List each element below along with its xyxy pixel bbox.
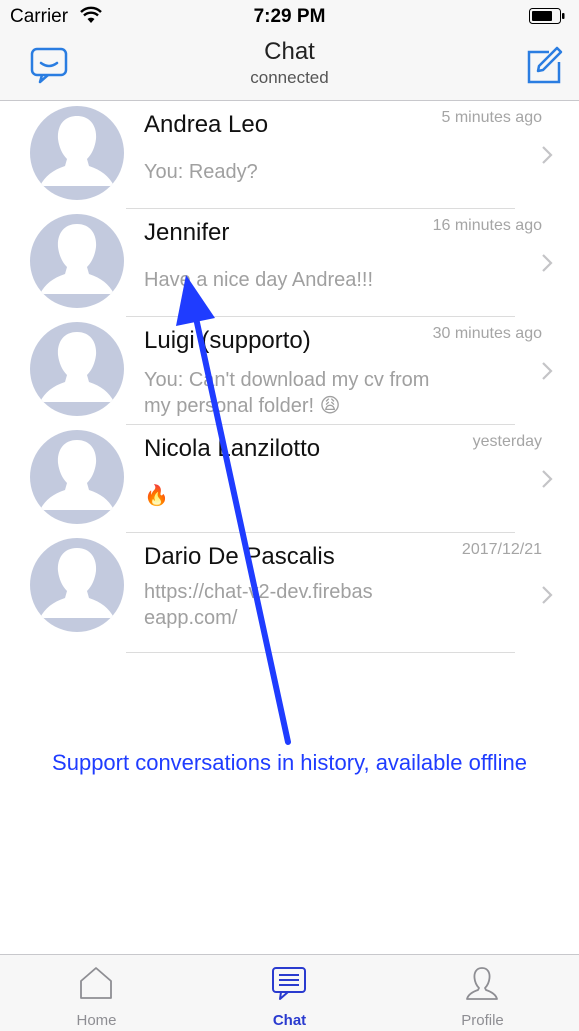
home-icon bbox=[80, 967, 112, 999]
avatar-silhouette-icon bbox=[40, 332, 114, 402]
timestamp: 5 minutes ago bbox=[441, 109, 542, 126]
row-divider bbox=[126, 652, 515, 653]
last-message: 🔥 bbox=[144, 485, 169, 507]
profile-icon bbox=[466, 967, 498, 1000]
contact-name: Andrea Leo bbox=[144, 111, 269, 138]
page-title: Chat bbox=[264, 38, 315, 65]
timestamp: 2017/12/21 bbox=[461, 541, 542, 558]
battery-icon bbox=[529, 8, 565, 24]
contact-name: Dario De Pascalis bbox=[144, 543, 335, 570]
contact-name: Jennifer bbox=[144, 219, 230, 246]
status-bar: Carrier 7:29 PM bbox=[0, 0, 579, 34]
contact-name: Luigi (supporto) bbox=[144, 327, 311, 354]
last-message: You: Can't download my cv from my person… bbox=[144, 369, 430, 417]
tab-chat[interactable]: Chat bbox=[193, 955, 386, 1031]
tab-label: Chat bbox=[272, 1012, 307, 1029]
conversation-row[interactable]: Luigi (supporto) 30 minutes ago You: Can… bbox=[0, 317, 579, 425]
compose-button[interactable] bbox=[521, 44, 565, 88]
avatar bbox=[30, 106, 124, 200]
tab-home[interactable]: Home bbox=[0, 955, 193, 1031]
annotation-caption: Support conversations in history, availa… bbox=[52, 750, 527, 775]
last-message: https://chat-v2-dev.firebaseapp.com/ bbox=[144, 581, 373, 629]
avatar bbox=[30, 322, 124, 416]
avatar bbox=[30, 430, 124, 524]
connection-status: connected bbox=[250, 68, 329, 87]
avatar-silhouette-icon bbox=[40, 116, 114, 186]
timestamp: 30 minutes ago bbox=[432, 325, 542, 342]
chat-icon bbox=[272, 967, 306, 1000]
tab-label: Home bbox=[76, 1012, 117, 1029]
avatar-silhouette-icon bbox=[40, 440, 114, 510]
chevron-right-icon bbox=[542, 146, 553, 164]
chevron-right-icon bbox=[542, 586, 553, 604]
chevron-right-icon bbox=[542, 470, 553, 488]
chevron-right-icon bbox=[542, 362, 553, 380]
avatar-silhouette-icon bbox=[40, 224, 114, 294]
tab-bar: Home Chat Profile bbox=[0, 954, 579, 1031]
timestamp: yesterday bbox=[472, 433, 542, 450]
avatar-silhouette-icon bbox=[40, 548, 114, 618]
conversation-row[interactable]: Jennifer 16 minutes ago Have a nice day … bbox=[0, 209, 579, 317]
conversation-row[interactable]: Nicola Lanzilotto yesterday 🔥 bbox=[0, 425, 579, 533]
contact-name: Nicola Lanzilotto bbox=[144, 435, 321, 462]
avatar bbox=[30, 214, 124, 308]
clock: 7:29 PM bbox=[253, 6, 326, 27]
last-message: You: Ready? bbox=[144, 161, 258, 183]
last-message: Have a nice day Andrea!!! bbox=[144, 269, 374, 291]
tab-profile[interactable]: Profile bbox=[386, 955, 579, 1031]
compose-icon bbox=[527, 46, 563, 84]
navigation-bar: Chat connected bbox=[0, 34, 579, 101]
avatar bbox=[30, 538, 124, 632]
tab-label: Profile bbox=[461, 1012, 504, 1029]
conversation-list: Andrea Leo 5 minutes ago You: Ready? Jen… bbox=[0, 101, 579, 653]
chevron-right-icon bbox=[542, 254, 553, 272]
conversation-row[interactable]: Andrea Leo 5 minutes ago You: Ready? bbox=[0, 101, 579, 209]
timestamp: 16 minutes ago bbox=[432, 217, 542, 234]
conversation-row[interactable]: Dario De Pascalis 2017/12/21 https://cha… bbox=[0, 533, 579, 653]
